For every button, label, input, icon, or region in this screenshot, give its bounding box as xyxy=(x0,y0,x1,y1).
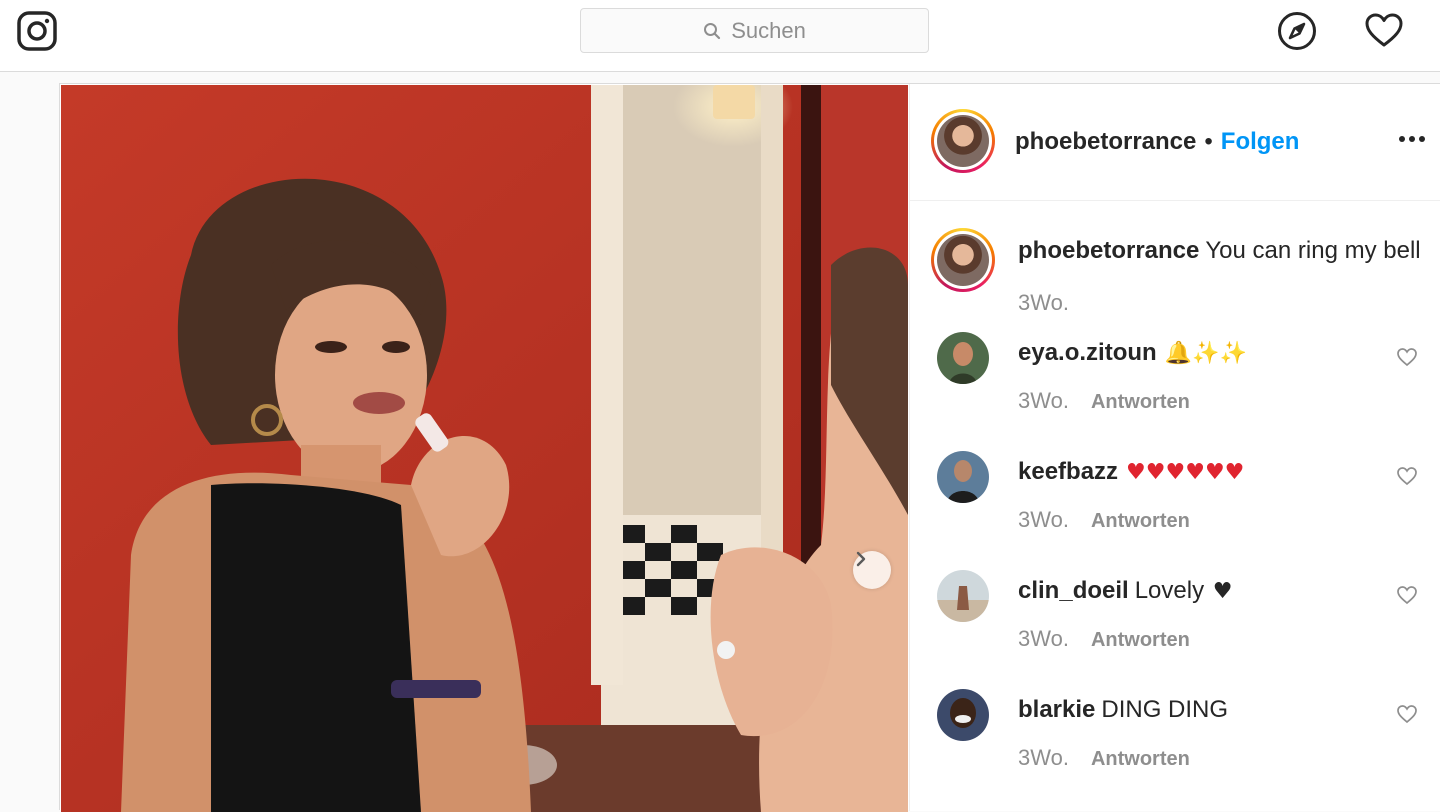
header-separator: • xyxy=(1204,128,1213,155)
comment-meta: 3Wo. Antworten xyxy=(1018,388,1190,414)
more-horizontal-icon[interactable] xyxy=(1398,132,1426,146)
commenter-avatar[interactable] xyxy=(937,689,989,741)
author-avatar[interactable] xyxy=(931,109,995,173)
reply-button[interactable]: Antworten xyxy=(1091,629,1190,651)
comment-meta: 3Wo. Antworten xyxy=(1018,626,1190,652)
caption-text-row: phoebetorrance You can ring my bell xyxy=(1018,236,1421,266)
comment-username[interactable]: clin_doeil xyxy=(1018,577,1129,604)
post-card: phoebetorrance • Folgen phoebetorrance Yo… xyxy=(59,83,1440,812)
instagram-logo-icon[interactable] xyxy=(17,11,57,51)
post-side-panel: phoebetorrance • Folgen phoebetorrance Yo… xyxy=(909,84,1440,811)
search-placeholder: Suchen xyxy=(731,17,806,43)
post-photo[interactable] xyxy=(61,85,908,812)
next-slide-button[interactable] xyxy=(853,551,891,589)
comment-username[interactable]: keefbazz xyxy=(1018,458,1118,485)
search-input[interactable]: Suchen xyxy=(580,8,929,53)
heart-icon[interactable] xyxy=(1364,11,1404,51)
comment-username[interactable]: blarkie xyxy=(1018,696,1095,723)
like-comment-heart-icon[interactable] xyxy=(1396,465,1418,487)
top-nav-bar: Suchen xyxy=(0,0,1440,72)
caption-avatar[interactable] xyxy=(931,228,995,292)
caption-time[interactable]: 3Wo. xyxy=(1018,290,1069,315)
like-comment-heart-icon[interactable] xyxy=(1396,346,1418,368)
post-author-username[interactable]: phoebetorrance xyxy=(1015,128,1196,156)
caption-username[interactable]: phoebetorrance xyxy=(1018,237,1199,264)
commenter-avatar[interactable] xyxy=(937,332,989,384)
comment-meta: 3Wo. Antworten xyxy=(1018,745,1190,771)
comment-time[interactable]: 3Wo. xyxy=(1018,745,1069,770)
like-comment-heart-icon[interactable] xyxy=(1396,703,1418,725)
reply-button[interactable]: Antworten xyxy=(1091,510,1190,532)
commenter-avatar[interactable] xyxy=(937,451,989,503)
photo-illustration xyxy=(61,85,908,812)
like-comment-heart-icon[interactable] xyxy=(1396,584,1418,606)
comment-text-row: eya.o.zitoun 🔔✨✨ xyxy=(1018,338,1418,369)
reply-button[interactable]: Antworten xyxy=(1091,391,1190,413)
comment-time[interactable]: 3Wo. xyxy=(1018,507,1069,532)
chevron-right-icon xyxy=(856,551,866,567)
comment-text-row: clin_doeil Lovely ♥ xyxy=(1018,576,1418,607)
follow-button[interactable]: Folgen xyxy=(1221,128,1300,156)
comment-username[interactable]: eya.o.zitoun xyxy=(1018,339,1157,366)
post-header: phoebetorrance • Folgen xyxy=(910,84,1440,201)
comment-text: Lovely xyxy=(1134,577,1205,604)
comment-emoji: 🔔✨✨ xyxy=(1164,341,1247,366)
comment-meta: 3Wo. Antworten xyxy=(1018,507,1190,533)
comment-text: DING DING xyxy=(1101,696,1229,723)
compass-icon[interactable] xyxy=(1277,11,1317,51)
comment-emoji: ♥♥♥♥♥♥ xyxy=(1126,460,1245,485)
comment-text-row: keefbazz ♥♥♥♥♥♥ xyxy=(1018,457,1418,488)
caption-text: You can ring my bell xyxy=(1205,237,1421,264)
post-author-row: phoebetorrance • Folgen xyxy=(1015,128,1299,156)
comment-time[interactable]: 3Wo. xyxy=(1018,388,1069,413)
reply-button[interactable]: Antworten xyxy=(1091,748,1190,770)
comment-time[interactable]: 3Wo. xyxy=(1018,626,1069,651)
search-icon xyxy=(704,22,721,39)
comment-emoji: ♥ xyxy=(1212,579,1233,604)
caption-meta: 3Wo. xyxy=(1018,290,1069,316)
commenter-avatar[interactable] xyxy=(937,570,989,622)
comment-text-row: blarkie DING DING xyxy=(1018,695,1418,726)
